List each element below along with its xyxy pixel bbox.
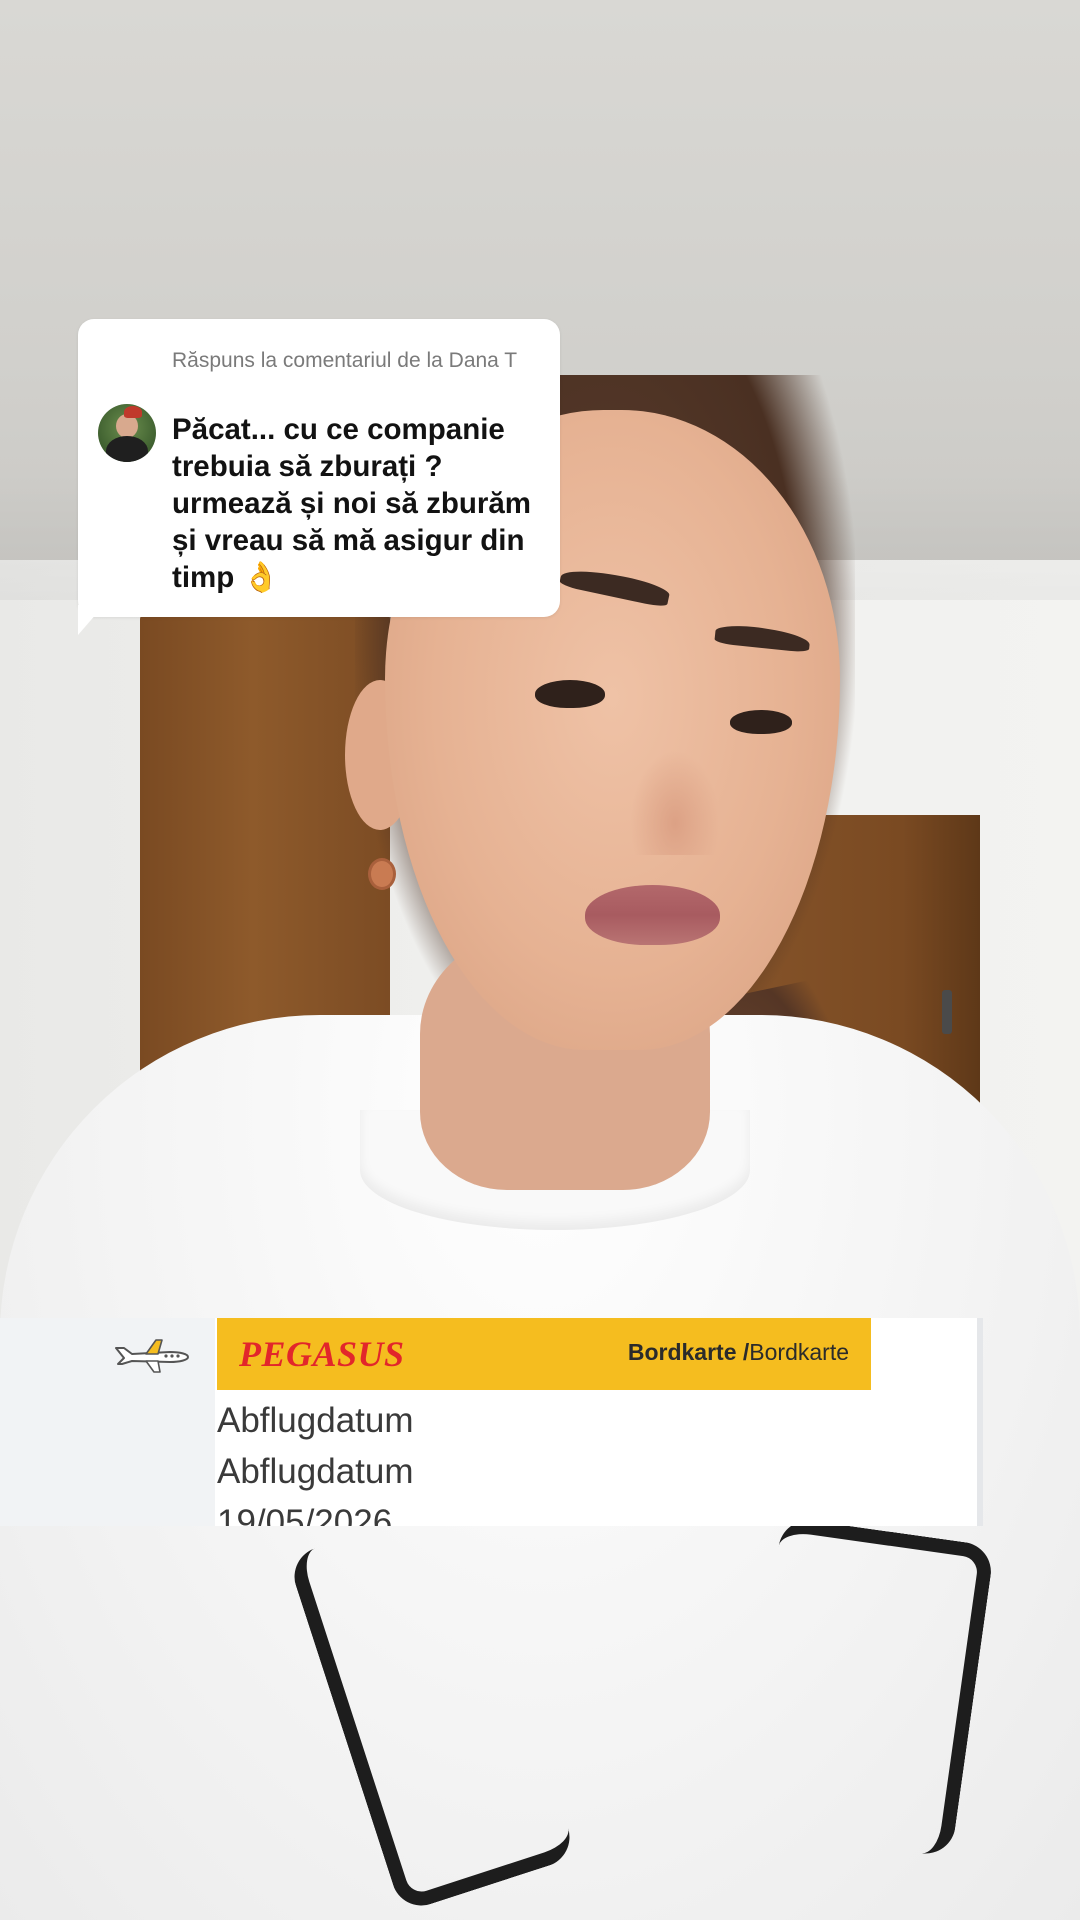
reply-header: Răspuns la comentariul de la Dana T: [172, 349, 518, 372]
lips: [585, 885, 720, 945]
departure-date: 19/05/2026: [217, 1503, 393, 1526]
document-title: Bordkarte /Bordkarte: [628, 1339, 849, 1366]
reply-comment-content: Răspuns la comentariul de la Dana T Păca…: [78, 319, 560, 617]
avatar-body: [106, 436, 148, 462]
pegasus-logo: PEGASUS: [239, 1334, 405, 1374]
earring: [368, 858, 396, 890]
avatar-hat: [124, 406, 142, 418]
document-title-regular: Bordkarte: [749, 1339, 849, 1365]
field-label: Abflugdatum: [217, 1452, 414, 1491]
document-title-bold: Bordkarte /: [627, 1339, 750, 1365]
user-avatar-icon[interactable]: [98, 404, 156, 462]
boarding-pass-header: PEGASUS Bordkarte /Bordkarte: [217, 1318, 871, 1390]
eye-right: [730, 710, 792, 734]
airplane-icon: [115, 1339, 189, 1373]
ok-hand-icon: 👌: [242, 561, 280, 594]
boarding-pass-fields: Abflugdatum Abflugdatum 19/05/2026: [217, 1395, 414, 1526]
field-label: Abflugdatum: [217, 1401, 414, 1440]
nose: [630, 750, 720, 855]
reply-comment-sticker[interactable]: Răspuns la comentariul de la Dana T Păca…: [78, 319, 560, 617]
video-frame[interactable]: [0, 0, 1080, 1920]
bubble-tail: [78, 605, 104, 635]
boarding-pass-edge: [977, 1318, 983, 1526]
reply-comment-text: Păcat... cu ce companie trebuia să zbura…: [172, 411, 552, 596]
person: [0, 0, 1080, 1920]
reply-comment-body: Păcat... cu ce companie trebuia să zbura…: [172, 413, 532, 594]
boarding-pass-overlay: PEGASUS Bordkarte /Bordkarte Abflugdatum…: [0, 1318, 983, 1526]
shirt-print: [739, 1516, 995, 1858]
eye-left: [535, 680, 605, 708]
